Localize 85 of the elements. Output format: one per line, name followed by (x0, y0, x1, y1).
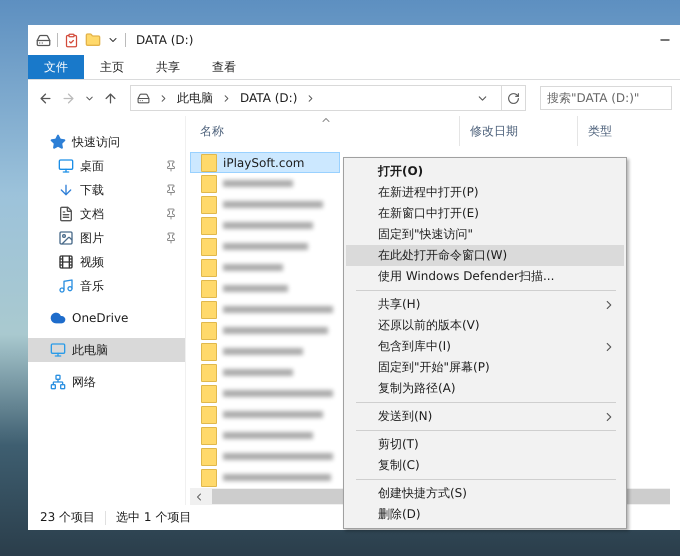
pin-icon[interactable] (165, 160, 177, 172)
menu-item[interactable]: 剪切(T) (346, 434, 624, 455)
pin-icon[interactable] (165, 208, 177, 220)
ribbon-tab[interactable]: 主页 (84, 55, 140, 79)
file-row[interactable]: iPlaySoft.com (190, 152, 340, 173)
document-icon (58, 206, 74, 222)
ribbon-tab[interactable]: 共享 (140, 55, 196, 79)
nav-item[interactable]: 视频 (28, 250, 185, 274)
column-header[interactable]: 修改日期 (460, 116, 578, 146)
folder-icon (201, 448, 217, 466)
pin-icon[interactable] (165, 232, 177, 244)
menu-item[interactable]: 打开(O) (346, 161, 624, 182)
menu-item[interactable]: 共享(H) (346, 294, 624, 315)
menu-item[interactable]: 固定到"开始"屏幕(P) (346, 357, 624, 378)
menu-item[interactable]: 在新窗口中打开(E) (346, 203, 624, 224)
blurred-filename (223, 285, 288, 292)
nav-item[interactable]: 桌面 (28, 154, 185, 178)
folder-icon[interactable] (85, 32, 101, 48)
folder-icon (201, 280, 217, 298)
selection-count: 选中 1 个项目 (116, 509, 192, 526)
folder-icon (201, 300, 217, 318)
file-name: iPlaySoft.com (223, 156, 304, 170)
folder-icon (201, 216, 217, 234)
menu-item[interactable]: 在此处打开命令窗口(W) (346, 245, 624, 266)
blurred-filename (223, 264, 283, 271)
folder-icon (201, 174, 217, 192)
menu-item[interactable]: 删除(D) (346, 504, 624, 525)
menu-item[interactable]: 复制(C) (346, 455, 624, 476)
refresh-icon (507, 92, 520, 104)
cloud-icon (50, 310, 66, 326)
forward-icon[interactable] (61, 90, 76, 106)
menu-item[interactable]: 复制为路径(A) (346, 378, 624, 399)
folder-icon (201, 322, 217, 340)
drive-icon[interactable] (36, 32, 51, 48)
computer-icon (50, 342, 66, 358)
nav-item[interactable]: 网络 (28, 370, 185, 394)
ribbon-tab[interactable]: 查看 (196, 55, 252, 79)
address-field[interactable]: 此电脑 DATA (D:) (130, 85, 502, 111)
properties-icon[interactable] (64, 32, 79, 48)
download-icon (58, 182, 74, 198)
window-title: DATA (D:) (136, 33, 194, 47)
film-icon (58, 254, 74, 270)
folder-icon (201, 426, 217, 444)
refresh-button[interactable] (502, 85, 526, 111)
nav-item[interactable]: OneDrive (28, 306, 185, 330)
column-header[interactable]: 名称 (190, 116, 460, 146)
menu-item[interactable]: 固定到"快速访问" (346, 224, 624, 245)
network-icon (50, 374, 66, 390)
folder-icon (201, 384, 217, 402)
music-note-icon (58, 278, 74, 294)
pin-icon[interactable] (165, 184, 177, 196)
menu-item[interactable]: 创建快捷方式(S) (346, 483, 624, 504)
folder-icon (201, 342, 217, 360)
nav-item[interactable]: 音乐 (28, 274, 185, 298)
folder-icon (201, 258, 217, 276)
desktop-icon (58, 158, 74, 174)
menu-item[interactable]: 发送到(N) (346, 406, 624, 427)
menu-item[interactable]: 使用 Windows Defender扫描... (346, 266, 624, 287)
picture-icon (58, 230, 74, 246)
nav-item[interactable]: 快速访问 (28, 130, 185, 154)
search-field[interactable]: 搜索"DATA (D:)" (540, 86, 672, 110)
up-icon[interactable] (103, 90, 118, 106)
back-icon[interactable] (38, 90, 53, 106)
blurred-filename (223, 369, 293, 376)
blurred-filename (223, 180, 293, 187)
menu-item[interactable]: 在新进程中打开(P) (346, 182, 624, 203)
menu-item[interactable]: 包含到库中(I) (346, 336, 624, 357)
folder-icon (201, 154, 217, 172)
file-menu-tab[interactable]: 文件 (28, 55, 84, 79)
breadcrumb[interactable]: DATA (D:) (240, 91, 298, 105)
item-count: 23 个项目 (40, 509, 96, 526)
menu-item[interactable]: 还原以前的版本(V) (346, 315, 624, 336)
nav-item[interactable]: 文档 (28, 202, 185, 226)
breadcrumb[interactable]: 此电脑 (177, 90, 213, 106)
star-icon (50, 134, 66, 150)
folder-icon (201, 196, 217, 214)
folder-icon (201, 468, 217, 486)
column-header[interactable]: 类型 (578, 116, 668, 146)
drive-icon (137, 92, 150, 104)
folder-icon (201, 406, 217, 424)
folder-icon (201, 238, 217, 256)
nav-item[interactable]: 下载 (28, 178, 185, 202)
folder-icon (201, 364, 217, 382)
nav-item[interactable]: 此电脑 (28, 338, 185, 362)
nav-item[interactable]: 图片 (28, 226, 185, 250)
